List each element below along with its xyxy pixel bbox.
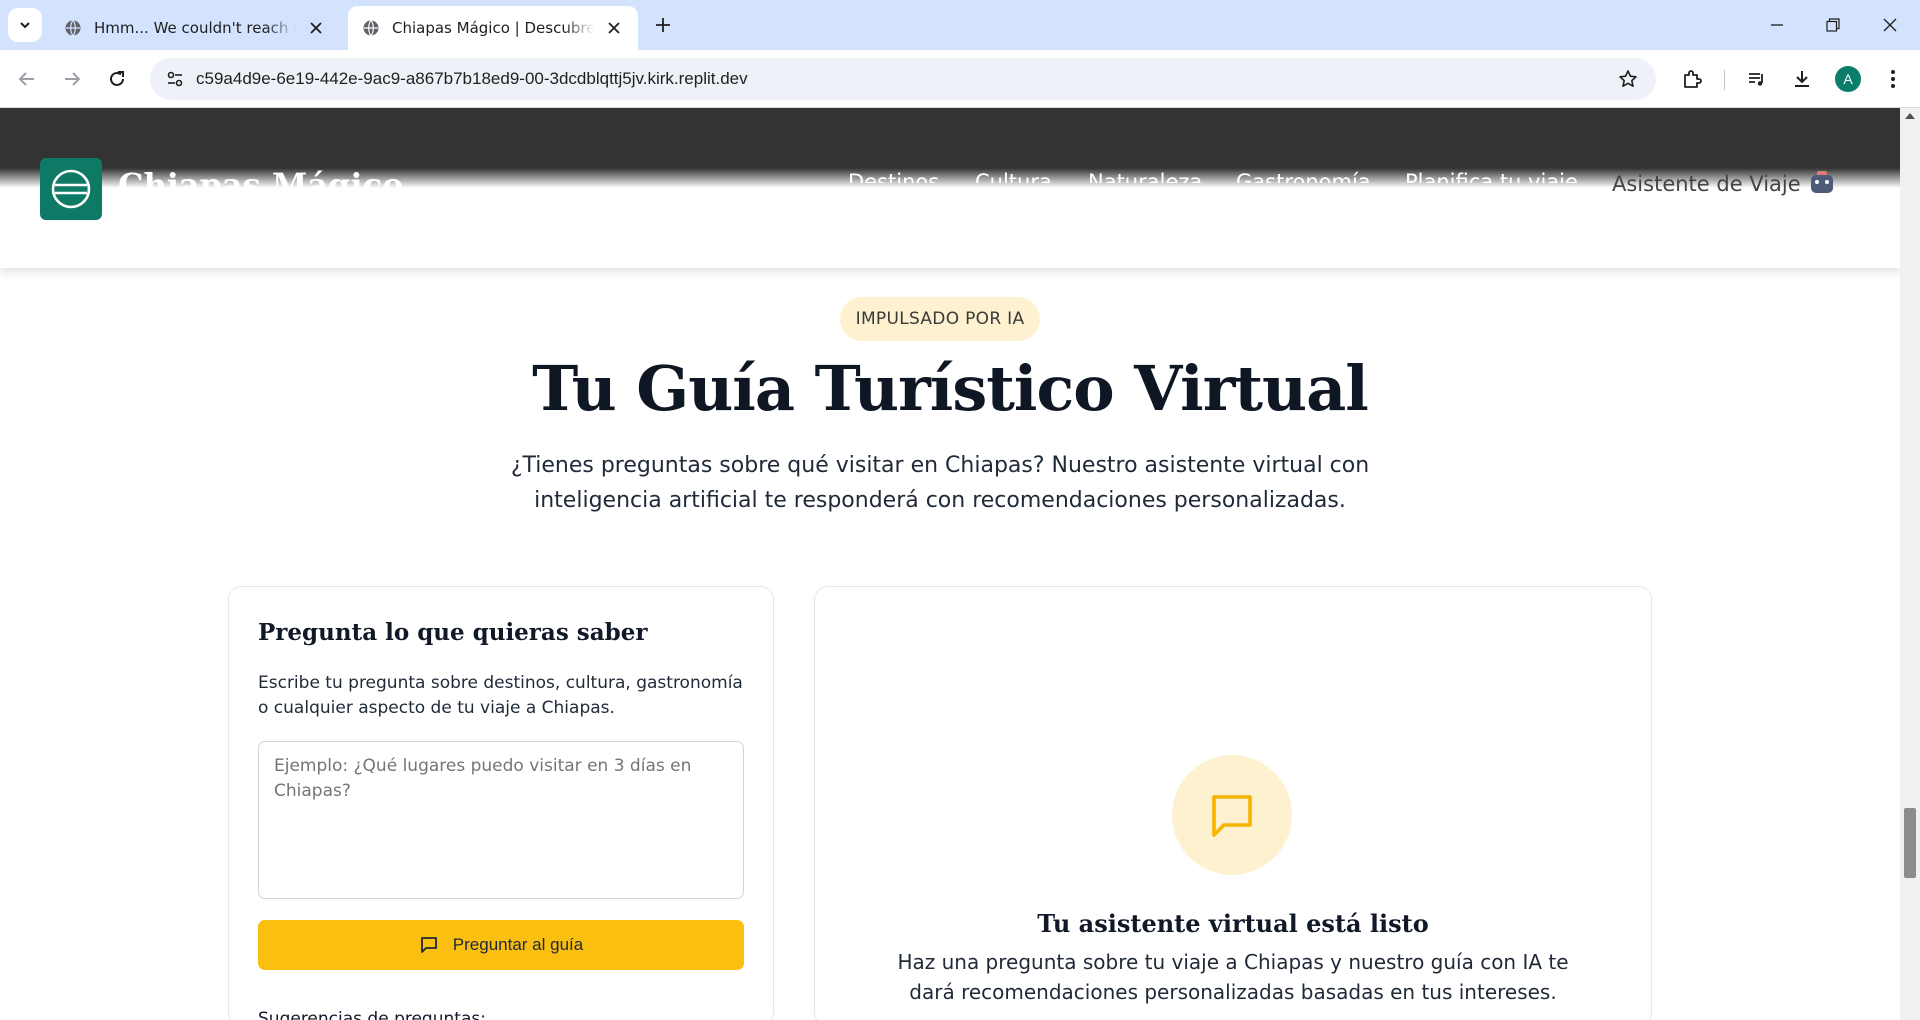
- assistant-ready-illustration: [1172, 755, 1292, 875]
- ask-guide-button-label: Preguntar al guía: [452, 935, 584, 954]
- page-viewport: Chiapas Mágico Destinos Cultura Naturale…: [0, 108, 1900, 1020]
- arrow-left-icon: [18, 72, 34, 86]
- nav-link-planifica[interactable]: Planifica tu viaje: [1405, 170, 1578, 183]
- chevron-down-icon: [20, 22, 30, 29]
- question-card-description: Escribe tu pregunta sobre destinos, cult…: [258, 673, 743, 718]
- assistant-link-label: Asistente de Viaje: [1612, 172, 1801, 196]
- browser-tab-inactive[interactable]: Hmm... We couldn't reach this app: [50, 6, 340, 50]
- toolbar-divider: [1724, 70, 1725, 90]
- scroll-up-arrow-icon[interactable]: [1905, 113, 1915, 119]
- page-title: Tu Guía Turístico Virtual: [532, 352, 1369, 425]
- more-vert-icon: [1891, 70, 1895, 88]
- download-icon: [1795, 71, 1809, 87]
- close-window-button[interactable]: [1875, 10, 1905, 40]
- scrollbar-thumb[interactable]: [1904, 808, 1916, 878]
- new-tab-button[interactable]: [650, 12, 676, 38]
- nav-link-cultura[interactable]: Cultura: [975, 170, 1052, 183]
- robot-icon: [1810, 171, 1833, 193]
- suggestions-label: Sugerencias de preguntas:: [258, 1009, 486, 1020]
- restore-button[interactable]: [1818, 10, 1848, 40]
- question-card: Pregunta lo que quieras saber Escribe tu…: [228, 586, 774, 1020]
- page-subtitle: ¿Tienes preguntas sobre qué visitar en C…: [510, 453, 1370, 513]
- back-button[interactable]: [10, 62, 44, 96]
- restore-icon: [1826, 18, 1840, 32]
- answer-card: Tu asistente virtual está listo Haz una …: [814, 586, 1652, 1020]
- browser-toolbar: c59a4d9e-6e19-442e-9ac9-a867b7b18ed9-00-…: [0, 50, 1920, 108]
- extensions-button[interactable]: [1679, 66, 1705, 92]
- close-icon[interactable]: [604, 18, 624, 38]
- tab-search-button[interactable]: [8, 8, 42, 42]
- url-text[interactable]: c59a4d9e-6e19-442e-9ac9-a867b7b18ed9-00-…: [196, 58, 748, 100]
- forward-button[interactable]: [55, 62, 89, 96]
- tune-icon: [167, 71, 183, 87]
- tab-title: Chiapas Mágico | Descubre la magia de Ch…: [392, 19, 594, 37]
- site-brand-name[interactable]: Chiapas Mágico: [118, 166, 403, 188]
- ask-guide-button[interactable]: Preguntar al guía: [258, 920, 744, 970]
- globe-icon: [363, 20, 379, 36]
- site-header: Chiapas Mágico Destinos Cultura Naturale…: [0, 108, 1900, 268]
- downloads-button[interactable]: [1789, 66, 1815, 92]
- assistant-ready-description: Haz una pregunta sobre tu viaje a Chiapa…: [897, 950, 1569, 1004]
- media-controls-button[interactable]: [1744, 66, 1770, 92]
- chat-bubble-icon: [420, 937, 437, 953]
- star-icon: [1619, 70, 1637, 87]
- reload-button[interactable]: [100, 62, 134, 96]
- nav-link-asistente[interactable]: Asistente de Viaje: [1612, 171, 1833, 196]
- address-bar[interactable]: c59a4d9e-6e19-442e-9ac9-a867b7b18ed9-00-…: [150, 58, 1656, 100]
- chat-bubble-icon: [1212, 795, 1252, 837]
- question-input[interactable]: [258, 741, 744, 899]
- globe-icon: [65, 20, 81, 36]
- site-logo[interactable]: [40, 158, 102, 220]
- close-icon[interactable]: [306, 18, 326, 38]
- nav-link-destinos[interactable]: Destinos: [848, 170, 939, 183]
- browser-tab-active[interactable]: Chiapas Mágico | Descubre la magia de Ch…: [348, 6, 638, 50]
- assistant-ready-title: Tu asistente virtual está listo: [1037, 909, 1429, 938]
- plus-icon: [656, 18, 670, 32]
- logo-circle-icon: [51, 169, 91, 209]
- arrow-right-icon: [65, 72, 81, 86]
- ai-badge: IMPULSADO POR IA: [840, 297, 1040, 341]
- minimize-button[interactable]: [1762, 10, 1792, 40]
- playlist-icon: [1749, 73, 1763, 86]
- tab-title: Hmm... We couldn't reach this app: [94, 19, 296, 37]
- profile-avatar[interactable]: A: [1835, 66, 1861, 92]
- browser-tab-strip: Hmm... We couldn't reach this app Chiapa…: [0, 0, 1920, 50]
- close-icon: [1883, 18, 1897, 32]
- browser-menu-button[interactable]: [1880, 66, 1906, 92]
- nav-link-gastronomia[interactable]: Gastronomía: [1236, 170, 1371, 183]
- nav-link-naturaleza[interactable]: Naturaleza: [1088, 170, 1202, 183]
- minimize-icon: [1771, 24, 1783, 26]
- question-card-title: Pregunta lo que quieras saber: [258, 619, 648, 646]
- reload-icon: [110, 71, 124, 86]
- page-scrollbar[interactable]: [1900, 108, 1920, 1020]
- puzzle-icon: [1684, 70, 1702, 88]
- bookmark-star-button[interactable]: [1616, 67, 1640, 91]
- site-info-button[interactable]: [160, 64, 190, 94]
